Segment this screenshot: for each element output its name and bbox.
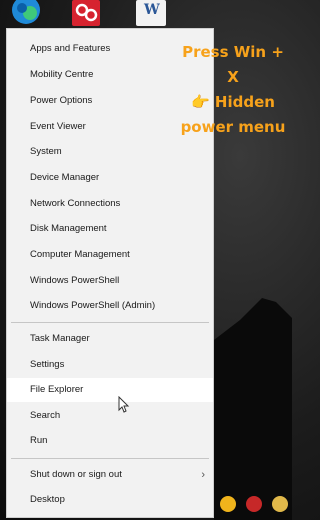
menu-item-search[interactable]: Search <box>7 404 213 428</box>
menu-item-file-explorer[interactable]: File Explorer <box>7 378 213 402</box>
menu-item-run[interactable]: Run <box>7 429 213 453</box>
annotation-line-3: power menu <box>180 118 286 136</box>
word-document-icon[interactable]: W <box>136 0 166 26</box>
menu-item-label: Shut down or sign out <box>30 469 122 480</box>
menu-item-network-connections[interactable]: Network Connections <box>7 192 213 216</box>
mouse-cursor-icon <box>118 395 130 419</box>
system-tray <box>216 492 292 520</box>
menu-item-device-manager[interactable]: Device Manager <box>7 166 213 190</box>
menu-item-task-manager[interactable]: Task Manager <box>7 327 213 351</box>
tray-app-icon[interactable] <box>220 496 236 512</box>
chevron-right-icon: › <box>201 469 205 481</box>
tray-app-icon[interactable] <box>272 496 288 512</box>
menu-separator <box>11 322 209 323</box>
menu-item-windows-powershell[interactable]: Windows PowerShell <box>7 269 213 293</box>
menu-item-computer-management[interactable]: Computer Management <box>7 243 213 267</box>
taskbar-top-icons: W <box>0 0 292 28</box>
red-app-icon[interactable] <box>72 0 100 26</box>
menu-item-settings[interactable]: Settings <box>7 353 213 377</box>
annotation-line-1: Press Win + X <box>182 43 284 86</box>
tray-app-icon[interactable] <box>246 496 262 512</box>
tutorial-annotation: Press Win + X 👉 Hidden power menu <box>176 40 290 140</box>
menu-item-system[interactable]: System <box>7 140 213 164</box>
menu-item-desktop[interactable]: Desktop <box>7 488 213 512</box>
menu-item-windows-powershell-admin[interactable]: Windows PowerShell (Admin) <box>7 294 213 318</box>
annotation-line-2: 👉 Hidden <box>191 93 275 111</box>
menu-item-disk-management[interactable]: Disk Management <box>7 217 213 241</box>
menu-separator <box>11 458 209 459</box>
menu-item-shut-down-or-sign-out[interactable]: Shut down or sign out › <box>7 463 213 487</box>
edge-browser-icon[interactable] <box>6 0 46 26</box>
